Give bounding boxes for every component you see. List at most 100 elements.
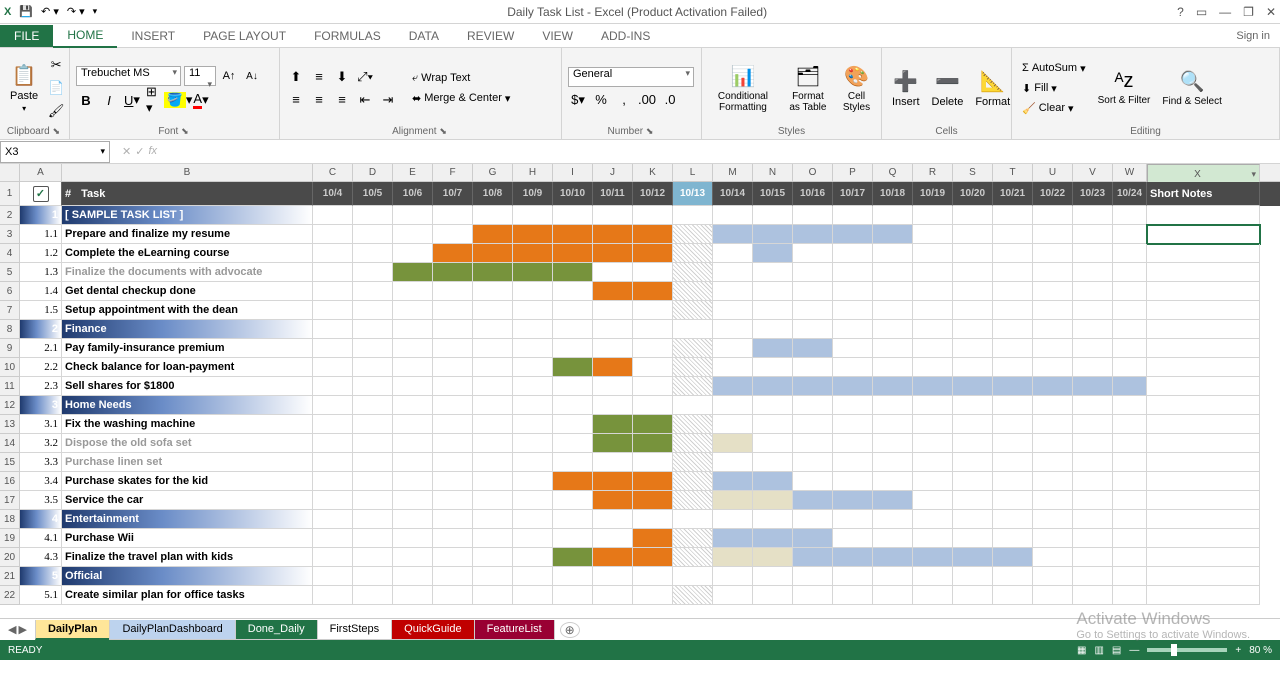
date-header-10/21[interactable]: 10/21 <box>993 182 1033 206</box>
tab-review[interactable]: REVIEW <box>453 25 528 47</box>
gantt-cell[interactable] <box>513 339 553 358</box>
gantt-cell[interactable] <box>353 586 393 605</box>
gantt-cell[interactable] <box>633 206 673 225</box>
gantt-cell[interactable] <box>633 453 673 472</box>
gantt-cell[interactable] <box>953 567 993 586</box>
percent-icon[interactable]: % <box>591 90 611 110</box>
gantt-cell[interactable] <box>633 320 673 339</box>
gantt-cell[interactable] <box>633 586 673 605</box>
col-header-N[interactable]: N <box>753 164 793 181</box>
row-num-8[interactable]: 2.2 <box>20 358 62 377</box>
gantt-cell[interactable] <box>673 301 713 320</box>
check-all-cell[interactable]: ✓ <box>20 182 62 206</box>
gantt-cell[interactable] <box>993 567 1033 586</box>
format-painter-icon[interactable]: 🖌 <box>46 101 66 121</box>
task-0[interactable]: [ SAMPLE TASK LIST ] <box>62 206 313 225</box>
gantt-cell[interactable] <box>433 263 473 282</box>
gantt-cell[interactable] <box>1113 453 1147 472</box>
gantt-cell[interactable] <box>513 358 553 377</box>
gantt-cell[interactable] <box>553 510 593 529</box>
gantt-cell[interactable] <box>993 339 1033 358</box>
gantt-cell[interactable] <box>753 434 793 453</box>
gantt-cell[interactable] <box>1113 548 1147 567</box>
gantt-cell[interactable] <box>1113 377 1147 396</box>
gantt-cell[interactable] <box>873 339 913 358</box>
gantt-cell[interactable] <box>313 529 353 548</box>
gantt-cell[interactable] <box>633 244 673 263</box>
gantt-cell[interactable] <box>1113 415 1147 434</box>
gantt-cell[interactable] <box>953 244 993 263</box>
gantt-cell[interactable] <box>953 320 993 339</box>
gantt-cell[interactable] <box>1033 586 1073 605</box>
notes-cell[interactable] <box>1147 529 1260 548</box>
row-header-2[interactable]: 2 <box>0 206 20 225</box>
col-header-A[interactable]: A <box>20 164 62 181</box>
notes-cell[interactable] <box>1147 339 1260 358</box>
gantt-cell[interactable] <box>393 453 433 472</box>
row-num-11[interactable]: 3.1 <box>20 415 62 434</box>
date-header-10/22[interactable]: 10/22 <box>1033 182 1073 206</box>
gantt-cell[interactable] <box>753 244 793 263</box>
gantt-cell[interactable] <box>833 491 873 510</box>
gantt-cell[interactable] <box>1073 282 1113 301</box>
gantt-cell[interactable] <box>1033 206 1073 225</box>
date-header-10/13[interactable]: 10/13 <box>673 182 713 206</box>
date-header-10/10[interactable]: 10/10 <box>553 182 593 206</box>
gantt-cell[interactable] <box>873 510 913 529</box>
gantt-cell[interactable] <box>353 263 393 282</box>
gantt-cell[interactable] <box>313 206 353 225</box>
gantt-cell[interactable] <box>513 206 553 225</box>
date-header-10/11[interactable]: 10/11 <box>593 182 633 206</box>
gantt-cell[interactable] <box>673 415 713 434</box>
gantt-cell[interactable] <box>713 377 753 396</box>
gantt-cell[interactable] <box>553 491 593 510</box>
cancel-formula-icon[interactable]: ✕ <box>122 145 131 158</box>
notes-cell[interactable] <box>1147 377 1260 396</box>
gantt-cell[interactable] <box>953 301 993 320</box>
zoom-value[interactable]: 80 % <box>1249 645 1272 656</box>
gantt-cell[interactable] <box>913 225 953 244</box>
tab-view[interactable]: VIEW <box>528 25 587 47</box>
gantt-cell[interactable] <box>753 320 793 339</box>
gantt-cell[interactable] <box>913 548 953 567</box>
gantt-cell[interactable] <box>313 453 353 472</box>
gantt-cell[interactable] <box>1073 377 1113 396</box>
gantt-cell[interactable] <box>1033 491 1073 510</box>
gantt-cell[interactable] <box>513 396 553 415</box>
gantt-cell[interactable] <box>873 396 913 415</box>
align-center-icon[interactable]: ≡ <box>309 90 329 110</box>
gantt-cell[interactable] <box>433 206 473 225</box>
date-header-10/18[interactable]: 10/18 <box>873 182 913 206</box>
col-header-T[interactable]: T <box>993 164 1033 181</box>
gantt-cell[interactable] <box>793 244 833 263</box>
gantt-cell[interactable] <box>353 529 393 548</box>
paste-button[interactable]: 📋 Paste ▾ <box>6 52 42 124</box>
gantt-cell[interactable] <box>433 377 473 396</box>
gantt-cell[interactable] <box>993 263 1033 282</box>
gantt-cell[interactable] <box>873 358 913 377</box>
gantt-cell[interactable] <box>473 510 513 529</box>
gantt-cell[interactable] <box>993 396 1033 415</box>
gantt-cell[interactable] <box>393 472 433 491</box>
decrease-decimal-icon[interactable]: .0 <box>660 90 680 110</box>
zoom-out-button[interactable]: — <box>1129 645 1139 656</box>
gantt-cell[interactable] <box>873 548 913 567</box>
gantt-cell[interactable] <box>353 301 393 320</box>
gantt-cell[interactable] <box>473 396 513 415</box>
gantt-cell[interactable] <box>713 434 753 453</box>
gantt-cell[interactable] <box>393 339 433 358</box>
gantt-cell[interactable] <box>393 206 433 225</box>
gantt-cell[interactable] <box>553 225 593 244</box>
date-header-10/17[interactable]: 10/17 <box>833 182 873 206</box>
gantt-cell[interactable] <box>553 548 593 567</box>
gantt-cell[interactable] <box>553 206 593 225</box>
gantt-cell[interactable] <box>393 244 433 263</box>
gantt-cell[interactable] <box>593 529 633 548</box>
gantt-cell[interactable] <box>793 586 833 605</box>
gantt-cell[interactable] <box>633 491 673 510</box>
wrap-text-button[interactable]: ⤶Wrap Text <box>408 70 514 87</box>
gantt-cell[interactable] <box>753 586 793 605</box>
gantt-cell[interactable] <box>793 548 833 567</box>
gantt-cell[interactable] <box>553 320 593 339</box>
tab-file[interactable]: FILE <box>0 25 53 47</box>
